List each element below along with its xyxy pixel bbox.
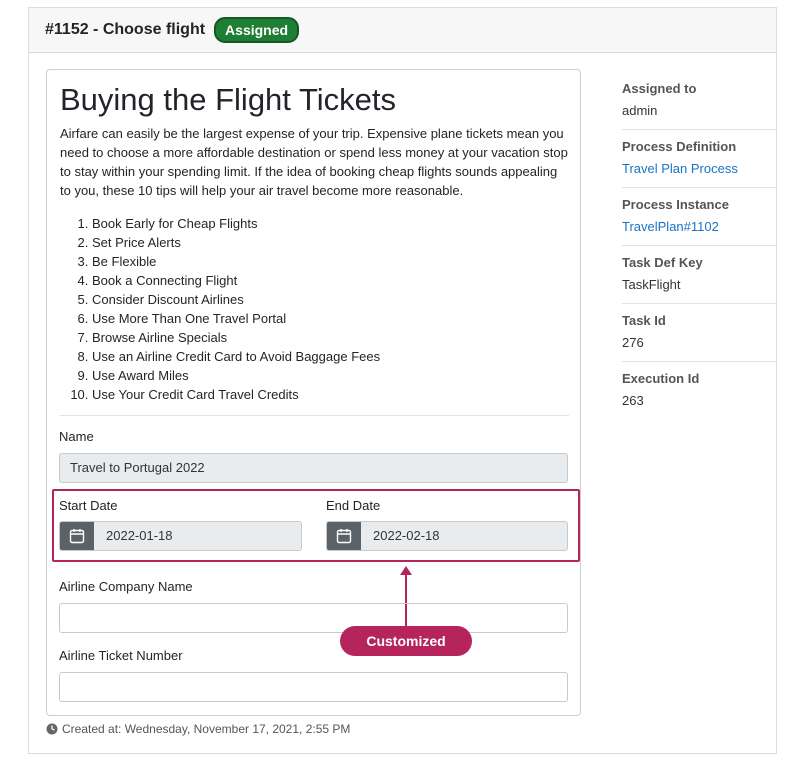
tip-item: Use an Airline Credit Card to Avoid Bagg… [92,347,569,366]
tip-item: Use More Than One Travel Portal [92,309,569,328]
customized-highlight-box [52,489,580,562]
detail-execution-id: Execution Id 263 [622,368,777,419]
clock-icon [46,723,58,735]
created-at-footer: Created at: Wednesday, November 17, 2021… [46,722,350,736]
name-label: Name [59,429,94,444]
form-divider [60,415,569,416]
ticket-label: Airline Ticket Number [59,648,183,663]
detail-task-def-key: Task Def Key TaskFlight [622,252,777,304]
tip-item: Set Price Alerts [92,233,569,252]
airline-label: Airline Company Name [59,579,193,594]
detail-label: Execution Id [622,371,700,386]
task-title: #1152 - Choose flight [45,21,206,38]
tips-list: Book Early for Cheap FlightsSet Price Al… [60,214,569,404]
tip-item: Browse Airline Specials [92,328,569,347]
airline-company-input[interactable] [59,603,568,633]
airline-ticket-input[interactable] [59,672,568,702]
tip-item: Book Early for Cheap Flights [92,214,569,233]
detail-value: 276 [622,335,644,350]
tip-item: Use Your Credit Card Travel Credits [92,385,569,404]
task-details-sidebar: Assigned to admin Process Definition Tra… [622,78,777,425]
form-intro: Airfare can easily be the largest expens… [60,126,568,198]
status-badge: Assigned [214,17,300,43]
detail-label: Task Def Key [622,255,703,270]
process-definition-link[interactable]: Travel Plan Process [622,160,777,178]
form-heading: Buying the Flight Tickets [60,82,396,117]
detail-value: admin [622,103,658,118]
customized-callout: Customized [340,626,472,656]
detail-label: Assigned to [622,81,697,96]
created-at-text: Created at: Wednesday, November 17, 2021… [62,722,351,736]
detail-process-definition: Process Definition Travel Plan Process [622,136,777,188]
tip-item: Use Award Miles [92,366,569,385]
task-header: #1152 - Choose flight Assigned [29,8,776,53]
detail-value: 263 [622,393,644,408]
name-field[interactable]: Travel to Portugal 2022 [59,453,568,483]
tip-item: Be Flexible [92,252,569,271]
detail-label: Task Id [622,313,666,328]
detail-value: TaskFlight [622,277,681,292]
detail-label: Process Definition [622,139,737,154]
detail-task-id: Task Id 276 [622,310,777,362]
process-instance-link[interactable]: TravelPlan#1102 [622,218,777,236]
detail-process-instance: Process Instance TravelPlan#1102 [622,194,777,246]
tip-item: Book a Connecting Flight [92,271,569,290]
tip-item: Consider Discount Airlines [92,290,569,309]
form-content: Buying the Flight Tickets Airfare can ea… [60,70,569,416]
detail-assigned-to: Assigned to admin [622,78,777,130]
detail-label: Process Instance [622,197,729,212]
